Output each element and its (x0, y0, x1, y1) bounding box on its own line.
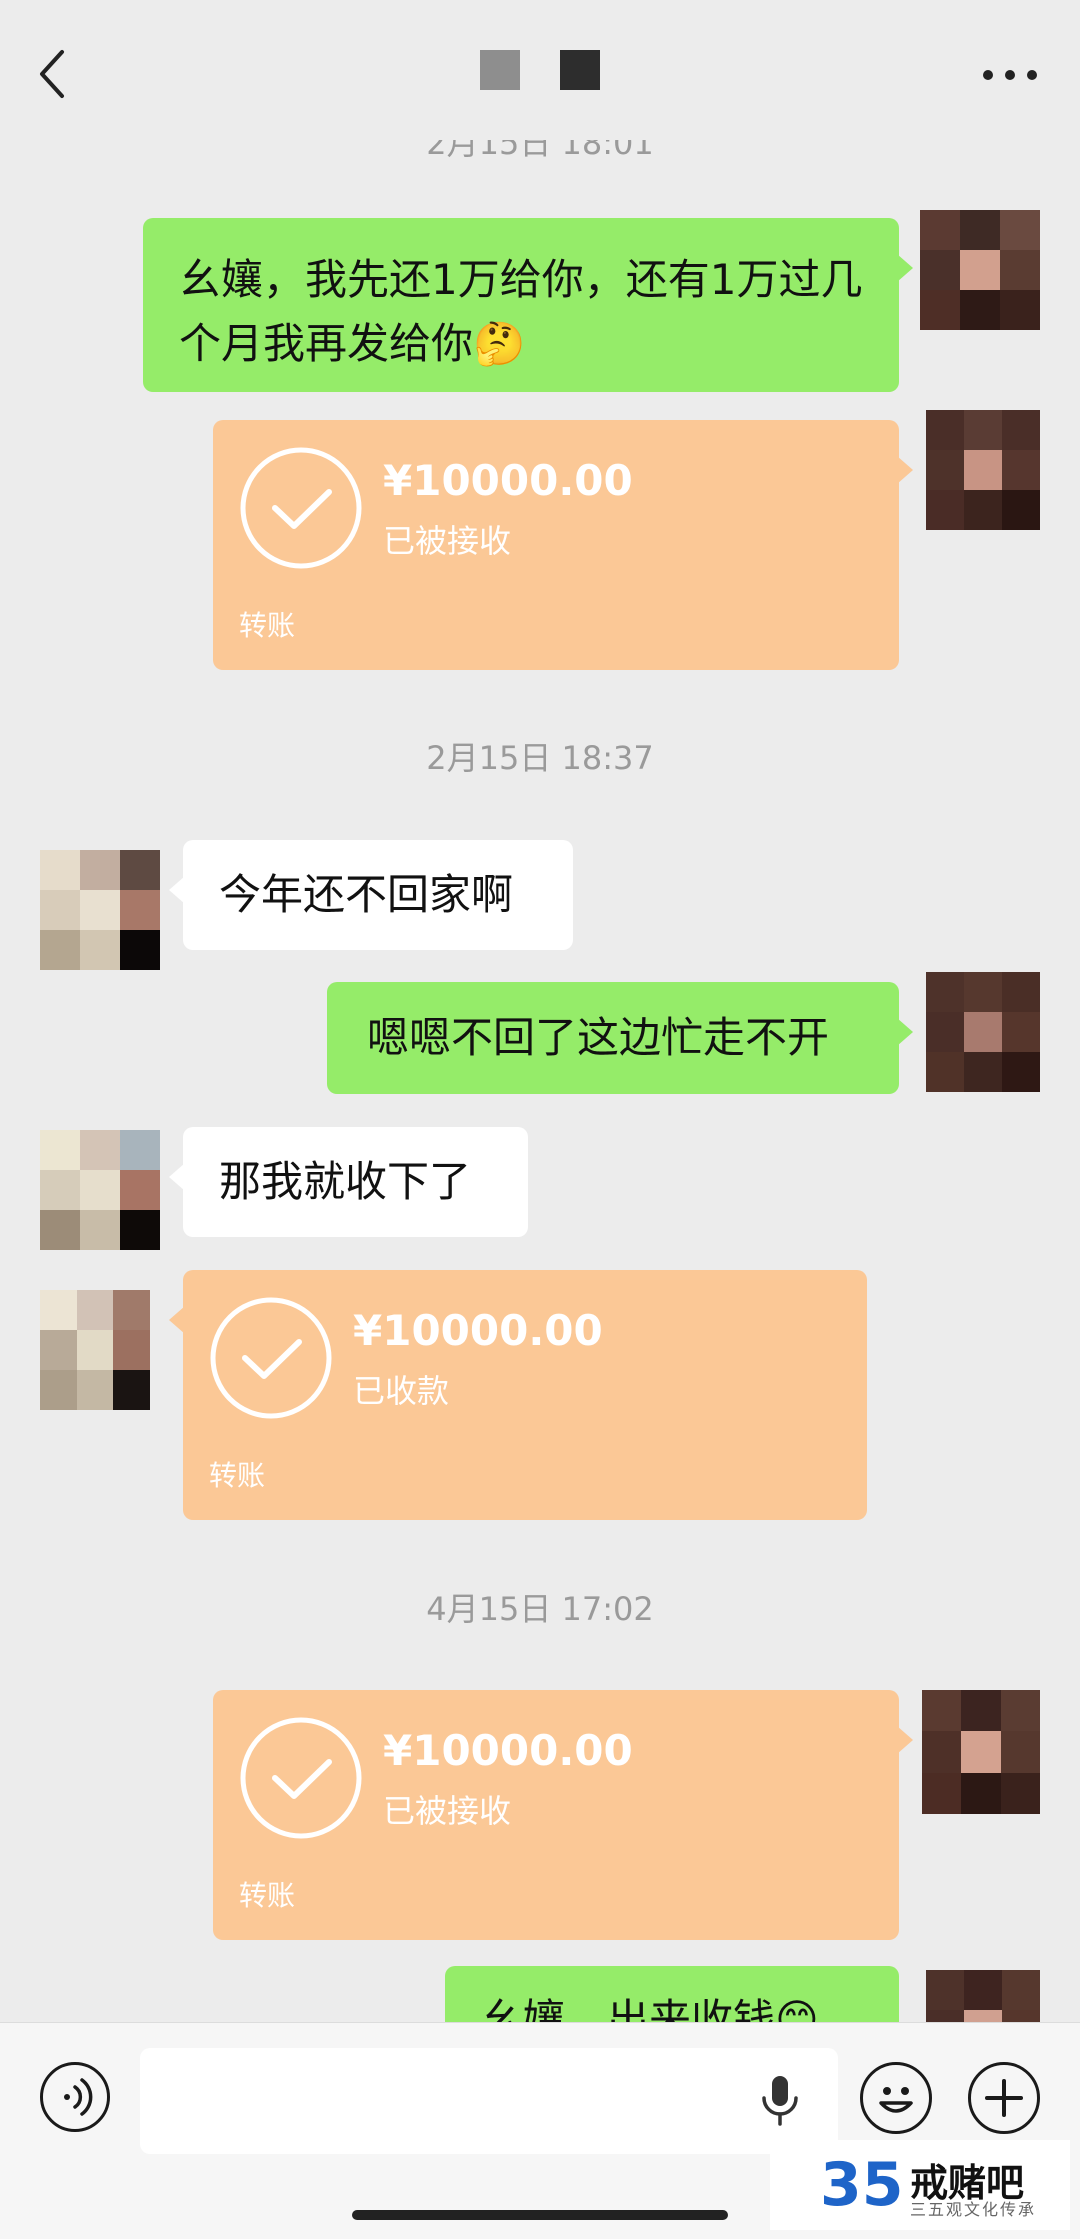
transfer-status: 已被接收 (383, 1792, 512, 1830)
self-avatar[interactable] (922, 1690, 1040, 1814)
timestamp: 2月15日 18:37 (426, 739, 654, 777)
plus-icon (985, 2079, 1023, 2117)
received-message-bubble[interactable]: 那我就收下了 (169, 1127, 528, 1237)
transfer-label: 转账 (239, 1879, 296, 1912)
transfer-card-sent[interactable]: ¥10000.00 已被接收 转账 (213, 1690, 913, 1940)
sent-message-bubble[interactable]: 幺孃，我先还1万给你，还有1万过几个月我再发给你🤔 (143, 218, 913, 392)
message-text: 幺孃，我先还1万给你，还有1万过几个月我再发给你🤔 (179, 255, 863, 368)
self-avatar[interactable] (926, 972, 1040, 1092)
emoji-icon (879, 2087, 913, 2113)
contact-avatar[interactable] (40, 1130, 160, 1250)
transfer-amount: ¥10000.00 (353, 1306, 603, 1355)
voice-icon (64, 2078, 93, 2116)
microphone-button[interactable] (750, 2070, 810, 2130)
sent-message-bubble[interactable]: 嗯嗯不回了这边忙走不开 (327, 982, 913, 1094)
transfer-status: 已被接收 (383, 522, 512, 560)
transfer-label: 转账 (239, 609, 296, 642)
chevron-left-icon (40, 50, 64, 98)
chat-header (0, 0, 1080, 140)
contact-avatar[interactable] (40, 1290, 150, 1410)
message-text: 那我就收下了 (219, 1157, 472, 1206)
transfer-amount: ¥10000.00 (383, 1726, 633, 1775)
plus-button[interactable] (968, 2062, 1040, 2134)
check-circle-icon (210, 1297, 332, 1419)
transfer-amount: ¥10000.00 (383, 456, 633, 505)
voice-button[interactable] (40, 2062, 110, 2132)
transfer-card-sent[interactable]: ¥10000.00 已被接收 转账 (213, 420, 913, 670)
home-indicator (352, 2210, 728, 2220)
message-text: 今年还不回家啊 (219, 870, 514, 919)
chat-title-redacted-1 (480, 50, 520, 90)
chat-title-redacted-2 (560, 50, 600, 90)
check-circle-icon (240, 1717, 362, 1839)
contact-avatar[interactable] (40, 850, 160, 970)
message-input[interactable] (140, 2048, 838, 2154)
emoji-button[interactable] (860, 2062, 932, 2134)
received-message-bubble[interactable]: 今年还不回家啊 (169, 840, 573, 950)
self-avatar[interactable] (920, 210, 1040, 330)
transfer-status: 已收款 (353, 1372, 450, 1410)
more-button[interactable] (980, 60, 1040, 90)
back-button[interactable] (30, 44, 80, 104)
more-icon (983, 70, 1037, 80)
transfer-card-received[interactable]: ¥10000.00 已收款 转账 (169, 1270, 867, 1520)
self-avatar[interactable] (926, 410, 1040, 530)
check-circle-icon (240, 447, 362, 569)
message-text: 嗯嗯不回了这边忙走不开 (367, 1013, 830, 1062)
watermark-subtitle: 三五观文化传承 (910, 2200, 1037, 2219)
transfer-label: 转账 (209, 1459, 266, 1492)
timestamp: 4月15日 17:02 (426, 1590, 654, 1628)
microphone-icon (762, 2076, 798, 2126)
watermark-logo: 35 (820, 2150, 904, 2220)
